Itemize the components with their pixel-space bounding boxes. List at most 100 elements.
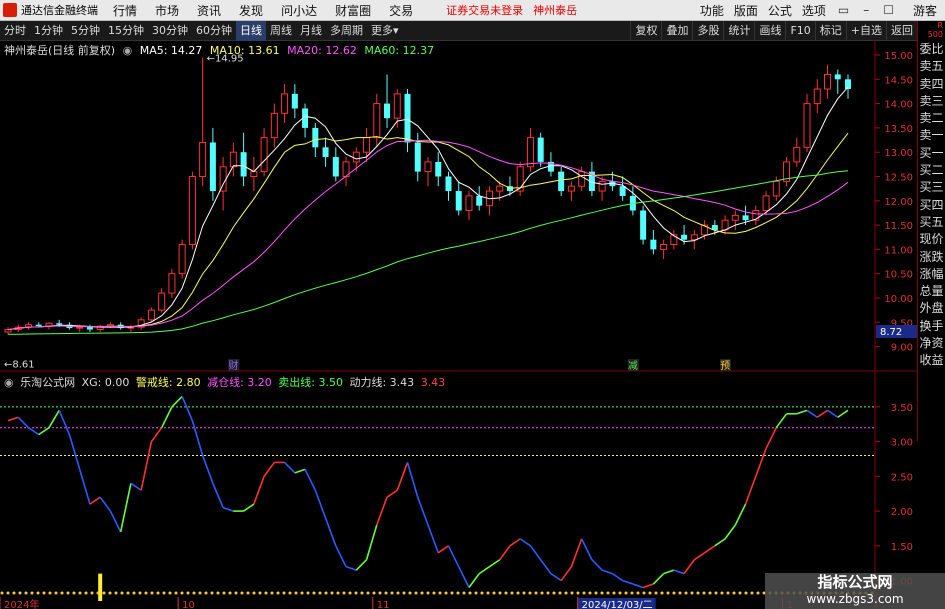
quote-label[interactable]: 涨幅 [918, 266, 945, 283]
candle-body-down [322, 147, 329, 158]
xaxis-dot [378, 591, 382, 595]
xaxis-dot [756, 591, 760, 595]
candle-body-up [4, 329, 12, 333]
sub-power-val: 3.43 [420, 376, 446, 389]
sub-y-tick-label: 3.00 [891, 438, 913, 449]
login-alert[interactable]: 证券交易未登录 [422, 2, 533, 18]
maximize-icon[interactable]: ☐ [876, 3, 901, 17]
window-menu-icon[interactable]: ▭ [831, 3, 856, 17]
btn-add-favorite[interactable]: +自选 [845, 20, 886, 41]
menu-wenxiaoda[interactable]: 问小达 [272, 2, 326, 19]
sub-warn: 警戒线: 2.80 [135, 376, 201, 389]
quote-label[interactable]: 净资 [918, 335, 945, 352]
quote-label[interactable]: 收益 [918, 352, 945, 369]
period-1min[interactable]: 1分钟 [30, 21, 67, 41]
minimize-icon[interactable]: – [856, 3, 876, 17]
quote-label[interactable]: 卖一 [918, 127, 945, 144]
xaxis-dot [456, 591, 460, 595]
menu-caifuquan[interactable]: 财富圈 [326, 2, 380, 19]
quote-label[interactable]: 委比 [918, 41, 945, 58]
period-60min[interactable]: 60分钟 [192, 21, 236, 41]
xaxis-dot [666, 591, 670, 595]
power-line-segment [191, 420, 204, 456]
power-line-segment [591, 559, 603, 571]
period-30min[interactable]: 30分钟 [148, 21, 192, 41]
menu-zixun[interactable]: 资讯 [188, 2, 230, 19]
xaxis-dot [168, 591, 172, 595]
quote-label[interactable]: 外盘 [918, 300, 945, 317]
app-logo-icon [3, 3, 17, 17]
main-chart-title: 神州泰岳(日线 前复权) [4, 44, 116, 57]
power-line-segment [201, 455, 214, 484]
menu-shichang[interactable]: 市场 [146, 2, 188, 19]
power-line-segment [294, 468, 306, 474]
power-line-segment [365, 524, 378, 560]
quote-label[interactable]: 卖五 [918, 58, 945, 75]
xaxis-dot [390, 591, 394, 595]
period-5min[interactable]: 5分钟 [67, 21, 104, 41]
btn-huaxian[interactable]: 画线 [754, 20, 785, 41]
period-more[interactable]: 更多▾ [367, 21, 403, 41]
quote-label[interactable]: 买二 [918, 162, 945, 179]
quote-label[interactable]: 卖三 [918, 93, 945, 110]
btn-duogu[interactable]: 多股 [692, 20, 723, 41]
power-line-segment [550, 572, 562, 582]
power-line-segment [58, 410, 71, 435]
chart-canvas[interactable]: ←14.95←8.61 15.0014.5014.0013.5013.0012.… [0, 41, 917, 609]
sub-y-tick-label: 2.50 [891, 472, 913, 483]
quote-label[interactable]: 买一 [918, 145, 945, 162]
btn-biaoji[interactable]: 标记 [814, 20, 846, 41]
btn-tongji[interactable]: 统计 [723, 20, 754, 41]
btn-back[interactable]: 返回 [886, 20, 917, 41]
guest-label[interactable]: 游客 [901, 2, 945, 19]
quote-label[interactable]: 换手 [918, 318, 945, 335]
menu-gongshi[interactable]: 公式 [763, 2, 797, 19]
menu-hangqing[interactable]: 行情 [104, 2, 146, 19]
period-monthly[interactable]: 月线 [296, 21, 326, 41]
period-multi[interactable]: 多周期 [326, 21, 367, 41]
xaxis-dot [726, 591, 730, 595]
candle-body-down [619, 186, 626, 196]
quote-label[interactable]: 买五 [918, 214, 945, 231]
xaxis-label: 11 [377, 600, 390, 609]
quote-label[interactable]: 现价 [918, 231, 945, 248]
main-chart-grid [0, 41, 917, 609]
period-fenshi[interactable]: 分时 [0, 21, 30, 41]
period-weekly[interactable]: 周线 [266, 21, 296, 41]
power-line-segment [765, 427, 778, 449]
xaxis-dot [636, 591, 640, 595]
menu-faxian[interactable]: 发现 [230, 2, 272, 19]
xaxis-dot [642, 591, 646, 595]
menu-gongneng[interactable]: 功能 [695, 2, 729, 19]
xaxis-dot [654, 591, 658, 595]
power-line-segment [99, 496, 112, 512]
sub-settings-icon[interactable]: ◉ [4, 376, 14, 389]
quote-label[interactable]: 卖四 [918, 76, 945, 93]
menu-jiaoyi[interactable]: 交易 [380, 2, 422, 19]
candle-body-down [537, 137, 544, 162]
power-line-segment [489, 559, 501, 568]
quote-label[interactable]: 总量 [918, 283, 945, 300]
xaxis-dot [504, 591, 508, 595]
quote-label[interactable]: 涨跌 [918, 249, 945, 266]
period-daily[interactable]: 日线 [236, 20, 266, 41]
xaxis-dot [342, 591, 346, 595]
menu-banmian[interactable]: 版面 [729, 2, 763, 19]
period-15min[interactable]: 15分钟 [104, 21, 148, 41]
btn-f10[interactable]: F10 [785, 20, 814, 41]
menu-xuanxiang[interactable]: 选项 [797, 2, 831, 19]
xaxis-dot [120, 591, 124, 595]
quote-label[interactable]: 买四 [918, 197, 945, 214]
candle-body-up [250, 171, 258, 177]
quote-label[interactable]: 卖二 [918, 110, 945, 127]
btn-diejia[interactable]: 叠加 [661, 20, 692, 41]
quote-sidebar: R 500 委比 卖五 卖四 卖三 卖二 卖一 买一 买二 买三 买四 买五 现价 涨跌 涨幅 总量 外盘 换手 净资… [917, 21, 945, 441]
power-line-segment [642, 583, 654, 589]
btn-fuquan[interactable]: 复权 [630, 20, 661, 41]
power-line-segment [816, 409, 828, 418]
quote-label[interactable]: 买三 [918, 179, 945, 196]
xaxis-dot [384, 591, 388, 595]
legend-settings-icon[interactable]: ◉ [123, 44, 133, 57]
quote-top-indicator: R 500 [927, 21, 943, 39]
y-tick-label: 11.00 [884, 245, 913, 256]
